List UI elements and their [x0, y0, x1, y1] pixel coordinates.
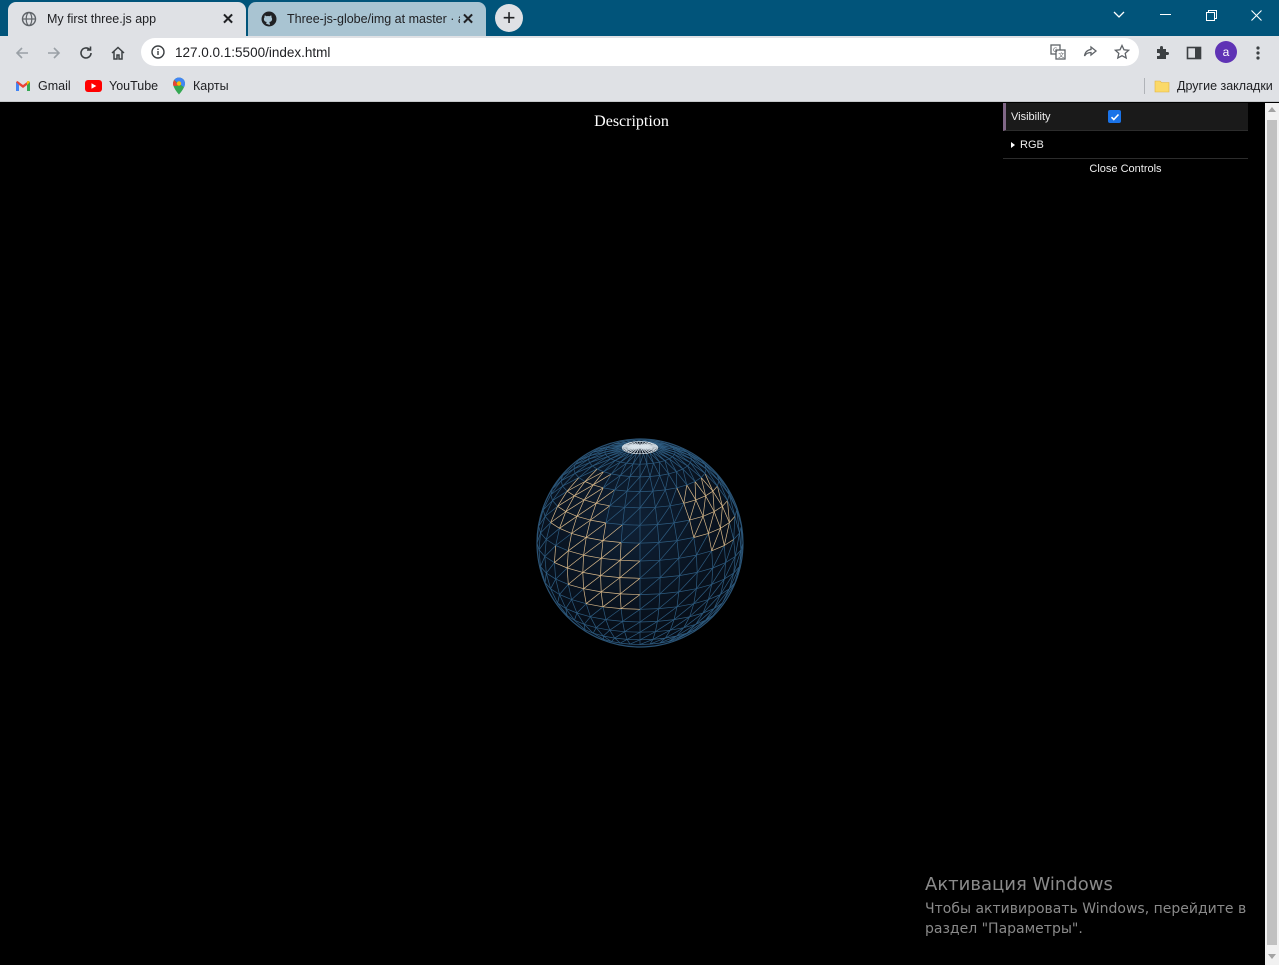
gmail-icon	[15, 80, 31, 92]
bookmark-label: Карты	[193, 79, 229, 93]
github-icon	[261, 11, 277, 27]
title-bar: My first three.js app ✕ Three-js-globe/i…	[0, 0, 1279, 36]
back-arrow-icon[interactable]	[9, 40, 35, 66]
bookmark-label: Gmail	[38, 79, 71, 93]
visibility-checkbox[interactable]	[1108, 110, 1121, 123]
bookmarks-divider	[1144, 78, 1145, 94]
new-tab-button[interactable]: +	[495, 4, 523, 32]
profile-avatar[interactable]: a	[1215, 41, 1237, 63]
wireframe-globe[interactable]	[536, 438, 744, 648]
rgb-folder-label: RGB	[1020, 138, 1044, 151]
controls-panel: Visibility RGB Close Controls	[1003, 103, 1248, 179]
close-tab-icon[interactable]: ✕	[460, 11, 476, 28]
close-controls-button[interactable]: Close Controls	[1003, 159, 1248, 179]
bookmark-label: YouTube	[109, 79, 159, 93]
forward-arrow-icon[interactable]	[41, 40, 67, 66]
watermark-title: Активация Windows	[925, 874, 1113, 895]
bookmark-star-icon[interactable]	[1113, 43, 1131, 61]
visibility-label: Visibility	[1011, 110, 1051, 123]
globe-mesh-line	[639, 490, 653, 492]
address-bar[interactable]: 127.0.0.1:5500/index.html G文	[141, 38, 1139, 66]
globe-icon	[21, 11, 37, 27]
globe-mesh-line	[624, 631, 641, 633]
svg-text:G: G	[1053, 47, 1058, 54]
tab-title: My first three.js app	[47, 12, 157, 26]
tab-title: Three-js-globe/img at master · a	[287, 12, 460, 26]
reload-icon[interactable]	[73, 40, 99, 66]
url-text: 127.0.0.1:5500/index.html	[175, 44, 331, 60]
globe-mesh-line	[627, 490, 641, 492]
tab-my-first-threejs-app[interactable]: My first three.js app ✕	[8, 2, 246, 36]
close-tab-icon[interactable]: ✕	[220, 11, 236, 28]
windows-activation-watermark: Активация Windows Чтобы активировать Win…	[925, 874, 1255, 939]
bookmarks-bar: Gmail YouTube Карты Другие закладки	[0, 70, 1279, 102]
maps-icon	[172, 77, 186, 95]
site-info-icon[interactable]	[151, 45, 165, 59]
scroll-down-arrow-icon[interactable]	[1268, 954, 1276, 959]
visibility-control[interactable]: Visibility	[1003, 103, 1248, 131]
home-icon[interactable]	[105, 40, 131, 66]
svg-text:文: 文	[1058, 52, 1064, 60]
minimize-icon[interactable]	[1142, 0, 1188, 30]
bookmark-youtube[interactable]: YouTube	[85, 76, 158, 96]
webgl-canvas-page[interactable]: Description Visibility RGB Close Control…	[0, 103, 1265, 965]
extensions-icon[interactable]	[1150, 41, 1174, 65]
tab-search-chevron-icon[interactable]	[1096, 0, 1142, 30]
translate-icon[interactable]: G文	[1049, 43, 1067, 61]
vertical-scrollbar[interactable]	[1265, 103, 1279, 965]
side-panel-icon[interactable]	[1182, 41, 1206, 65]
youtube-icon	[85, 80, 102, 92]
scrollbar-thumb[interactable]	[1267, 120, 1277, 945]
browser-toolbar: 127.0.0.1:5500/index.html G文	[0, 36, 1279, 70]
menu-kebab-icon[interactable]	[1246, 41, 1270, 65]
bookmark-maps[interactable]: Карты	[172, 76, 229, 96]
rgb-folder[interactable]: RGB	[1003, 131, 1248, 159]
watermark-subtitle: Чтобы активировать Windows, перейдите в …	[925, 901, 1247, 937]
folder-expand-triangle-icon	[1011, 141, 1015, 148]
folder-icon	[1154, 79, 1170, 93]
tab-three-js-globe[interactable]: Three-js-globe/img at master · a ✕	[248, 2, 486, 36]
other-bookmarks-folder[interactable]: Другие закладки	[1154, 76, 1273, 96]
globe-mesh-line	[639, 631, 656, 633]
share-icon[interactable]	[1081, 43, 1099, 61]
other-bookmarks-label: Другие закладки	[1177, 79, 1273, 93]
close-window-icon[interactable]	[1233, 0, 1279, 30]
bookmark-gmail[interactable]: Gmail	[15, 76, 71, 96]
scroll-up-arrow-icon[interactable]	[1268, 107, 1276, 112]
restore-icon[interactable]	[1188, 0, 1234, 30]
